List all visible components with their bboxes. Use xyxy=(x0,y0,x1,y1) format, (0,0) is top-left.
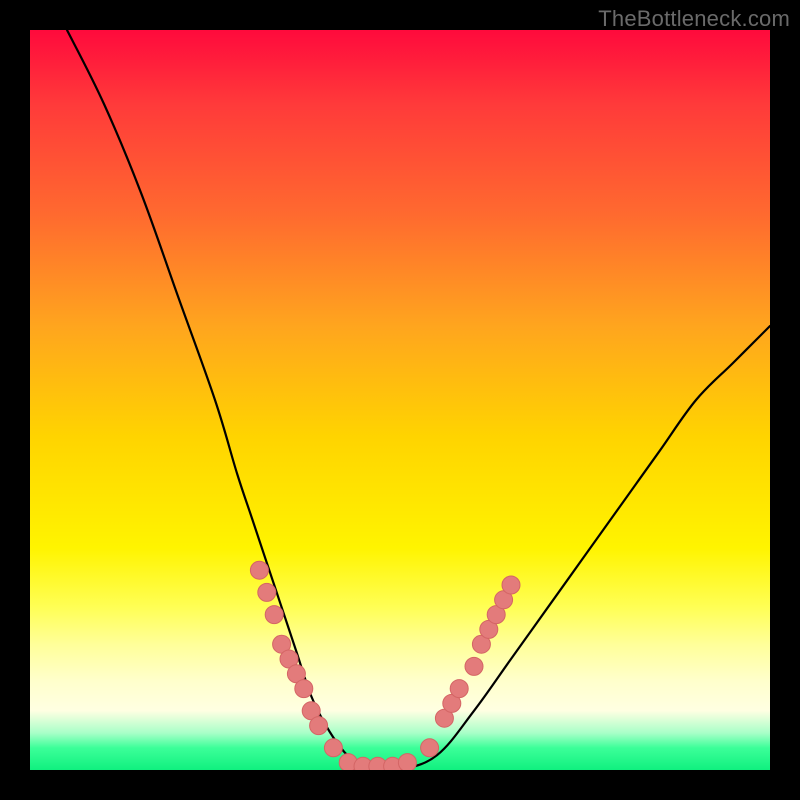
watermark-text: TheBottleneck.com xyxy=(598,6,790,32)
curve-marker xyxy=(502,576,520,594)
curve-marker xyxy=(421,739,439,757)
curve-marker xyxy=(398,754,416,770)
curve-marker xyxy=(250,561,268,579)
curve-marker xyxy=(324,739,342,757)
chart-svg xyxy=(30,30,770,770)
marker-layer xyxy=(250,561,520,770)
curve-marker xyxy=(310,717,328,735)
curve-marker xyxy=(465,657,483,675)
curve-marker xyxy=(295,680,313,698)
curve-marker xyxy=(450,680,468,698)
bottleneck-curve xyxy=(67,30,770,770)
curve-marker xyxy=(258,583,276,601)
plot-area xyxy=(30,30,770,770)
chart-stage: TheBottleneck.com xyxy=(0,0,800,800)
curve-marker xyxy=(265,606,283,624)
